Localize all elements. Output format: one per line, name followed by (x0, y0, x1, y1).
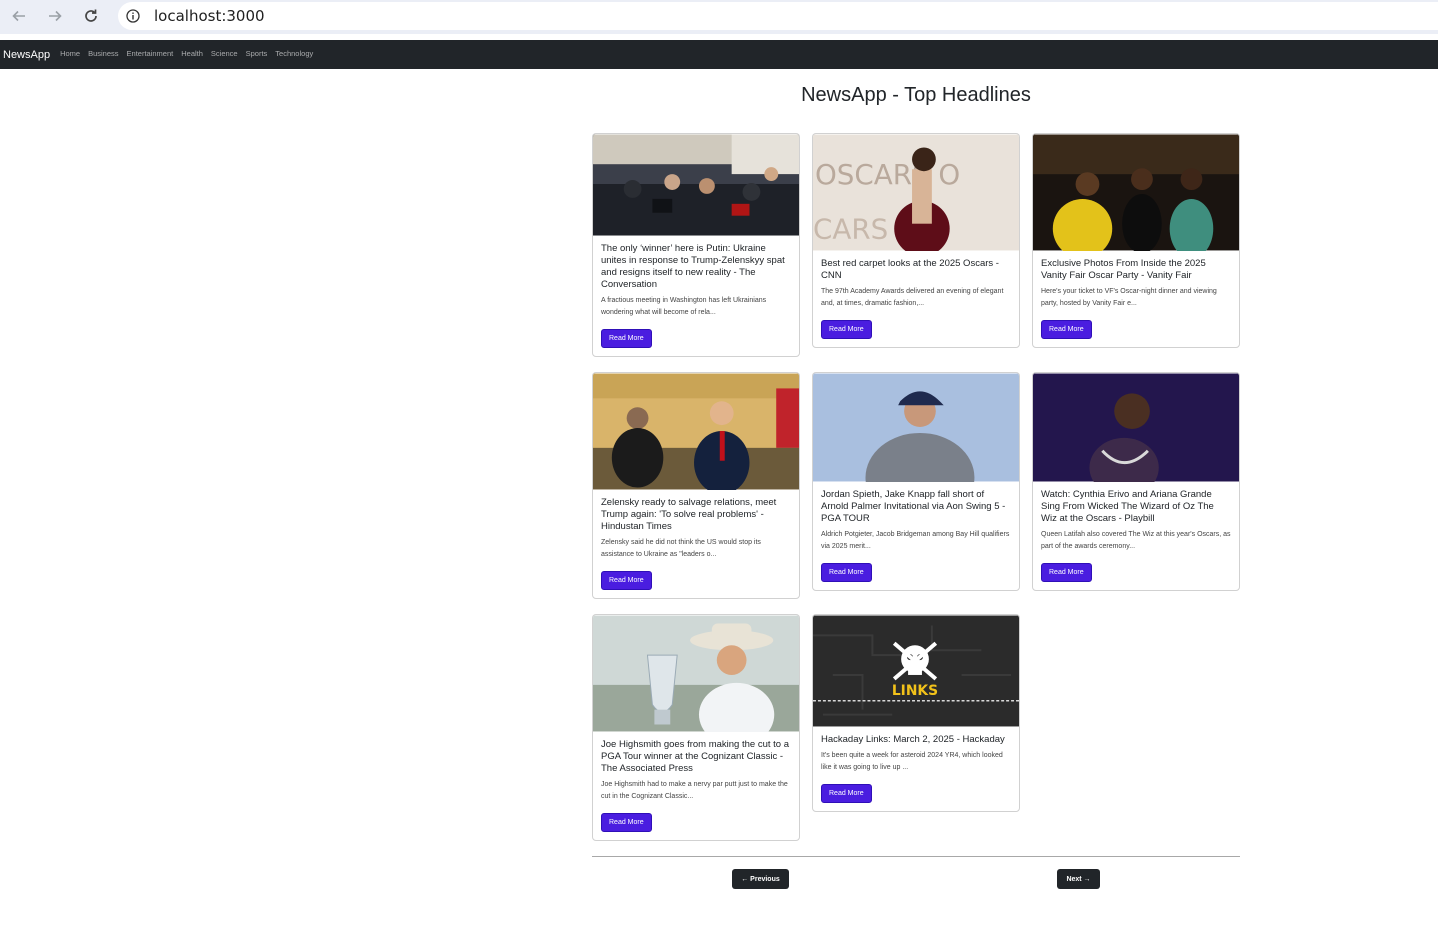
previous-page-button[interactable]: ← Previous (732, 869, 789, 889)
article-image (593, 615, 799, 732)
read-more-button[interactable]: Read More (821, 563, 872, 582)
article-title: Exclusive Photos From Inside the 2025 Va… (1041, 258, 1206, 281)
article-title: Hackaday Links: March 2, 2025 - Hackaday (821, 734, 1005, 745)
news-card: Watch: Cynthia Erivo and Ariana Grande S… (1032, 372, 1240, 591)
article-image: LINKS (813, 615, 1019, 727)
article-image (1033, 134, 1239, 251)
nav-link-health[interactable]: Health (177, 49, 207, 58)
article-description: The 97th Academy Awards delivered an eve… (821, 288, 1004, 307)
svg-text:OSCARS O: OSCARS O (815, 158, 960, 191)
read-more-button[interactable]: Read More (821, 784, 872, 803)
back-arrow-icon[interactable] (9, 6, 29, 26)
forward-arrow-icon[interactable] (45, 6, 65, 26)
article-title: Jordan Spieth, Jake Knapp fall short of … (821, 489, 1006, 524)
main-navbar: NewsApp Home Business Entertainment Heal… (0, 40, 1438, 69)
article-title: Best red carpet looks at the 2025 Oscars… (821, 258, 999, 281)
reload-icon[interactable] (81, 6, 101, 26)
nav-link-technology[interactable]: Technology (271, 49, 317, 58)
site-info-icon[interactable] (126, 9, 140, 23)
read-more-button[interactable]: Read More (601, 571, 652, 590)
news-card: Joe Highsmith goes from making the cut t… (592, 614, 800, 841)
article-description: Joe Highsmith had to make a nervy par pu… (601, 781, 788, 800)
article-image (813, 373, 1019, 482)
article-description: Here's your ticket to VF's Oscar-night d… (1041, 288, 1217, 307)
news-card: OSCARS O CARS O Best red carpet looks at… (812, 133, 1020, 348)
nav-link-entertainment[interactable]: Entertainment (123, 49, 178, 58)
article-description: Queen Latifah also covered The Wiz at th… (1041, 531, 1231, 550)
news-card: The only ‘winner’ here is Putin: Ukraine… (592, 133, 800, 357)
article-image (593, 134, 799, 236)
nav-link-sports[interactable]: Sports (242, 49, 272, 58)
article-title: The only ‘winner’ here is Putin: Ukraine… (601, 243, 785, 290)
news-card: LINKS Hackaday Links: March 2, 2025 - Ha… (812, 614, 1020, 812)
read-more-button[interactable]: Read More (601, 813, 652, 832)
article-image-text: LINKS (892, 683, 938, 699)
pagination-divider (592, 856, 1240, 857)
browser-toolbar: localhost:3000 (0, 0, 1438, 34)
article-title: Joe Highsmith goes from making the cut t… (601, 739, 789, 774)
nav-link-business[interactable]: Business (84, 49, 122, 58)
article-description: It's been quite a week for asteroid 2024… (821, 752, 1003, 771)
article-description: Zelensky said he did not think the US wo… (601, 539, 761, 558)
article-image (593, 373, 799, 490)
url-text: localhost:3000 (154, 7, 265, 25)
news-card: Zelensky ready to salvage relations, mee… (592, 372, 800, 599)
news-card: Exclusive Photos From Inside the 2025 Va… (1032, 133, 1240, 348)
article-title: Zelensky ready to salvage relations, mee… (601, 497, 777, 532)
navbar-brand[interactable]: NewsApp (3, 49, 50, 61)
article-description: A fractious meeting in Washington has le… (601, 297, 767, 316)
address-bar[interactable]: localhost:3000 (118, 2, 1438, 30)
news-card: Jordan Spieth, Jake Knapp fall short of … (812, 372, 1020, 591)
nav-link-science[interactable]: Science (207, 49, 242, 58)
nav-link-home[interactable]: Home (56, 49, 84, 58)
article-title: Watch: Cynthia Erivo and Ariana Grande S… (1041, 489, 1214, 524)
article-description: Aldrich Potgieter, Jacob Bridgeman among… (821, 531, 1010, 550)
next-page-button[interactable]: Next → (1057, 869, 1100, 889)
article-image (1033, 373, 1239, 482)
read-more-button[interactable]: Read More (1041, 563, 1092, 582)
read-more-button[interactable]: Read More (601, 329, 652, 348)
read-more-button[interactable]: Read More (821, 320, 872, 339)
page-title: NewsApp - Top Headlines (801, 84, 1031, 106)
article-image: OSCARS O CARS O (813, 134, 1019, 251)
read-more-button[interactable]: Read More (1041, 320, 1092, 339)
